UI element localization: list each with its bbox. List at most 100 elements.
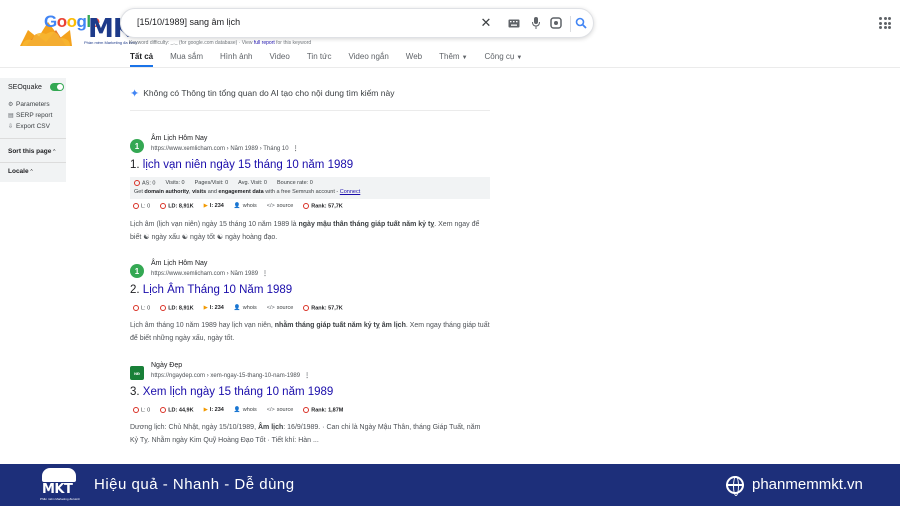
l-metric[interactable]: L: 0 — [133, 203, 150, 209]
sort-page-label: Sort this page — [8, 148, 52, 155]
tab-all[interactable]: Tất cả — [130, 52, 154, 67]
tab-tools[interactable]: Công cụ ▼ — [485, 52, 523, 61]
apps-grid-icon[interactable] — [879, 17, 891, 29]
search-box[interactable]: [15/10/1989] sang âm lịch ✕ — [120, 8, 594, 38]
rank-value: Rank: 57,7K — [311, 305, 343, 312]
seoquake-metrics-box: AS: 0 Visits: 0 Pages/Visit: 0 Avg. Visi… — [130, 177, 490, 199]
footer-slogan: Hiệu quả - Nhanh - Dễ dùng — [94, 476, 295, 493]
ld-value: LD: 8,91K — [168, 305, 194, 312]
rank-value: Rank: 1,87M — [311, 407, 344, 414]
result-url[interactable]: https://ngaydep.com › xem-ngay-15-thang-… — [151, 372, 310, 379]
serp-report-item[interactable]: ▤ SERP report — [8, 112, 52, 119]
rank-metric[interactable]: Rank: 57,7K — [303, 305, 343, 311]
status-circle-icon — [133, 305, 139, 311]
result-url-text: https://ngaydep.com › xem-ngay-15-thang-… — [151, 373, 301, 379]
result-number: 3. — [130, 386, 140, 398]
l-metric[interactable]: L: 0 — [133, 407, 150, 413]
rank-value: Rank: 57,7K — [311, 203, 343, 210]
result-url[interactable]: https://www.xemlicham.com › Năm 1989 › T… — [151, 145, 299, 152]
search-input[interactable]: [15/10/1989] sang âm lịch — [137, 17, 240, 27]
tab-images[interactable]: Hình ảnh — [220, 52, 252, 61]
i-metric[interactable]: ▶ I: 234 — [204, 203, 224, 209]
code-icon: </> — [266, 203, 275, 210]
more-options-icon[interactable]: ⋮ — [304, 373, 310, 379]
export-icon: ⇩ — [8, 124, 14, 130]
seoquake-divider — [0, 162, 66, 163]
parameters-item[interactable]: ⚙ Parameters — [8, 101, 50, 108]
result-url[interactable]: https://www.xemlicham.com › Năm 1989 ⋮ — [151, 270, 268, 277]
more-options-icon[interactable]: ⋮ — [262, 271, 268, 277]
result-site-name[interactable]: Âm Lịch Hôm Nay — [151, 135, 207, 142]
snippet-highlight: Âm lịch — [257, 424, 284, 431]
result-title-text: lịch vạn niên ngày 15 tháng 10 năm 1989 — [142, 159, 354, 171]
source-link[interactable]: </> source — [267, 203, 293, 209]
seoquake-link-metrics: L: 0 LD: 8,91K ▶ I: 234 👤 whois </> source … — [130, 201, 490, 212]
seoquake-divider — [0, 138, 66, 139]
index-icon: ▶ — [203, 305, 208, 312]
snippet-part: Lịch âm (lịch vạn niên) ngày 15 tháng 10… — [130, 221, 299, 228]
person-icon: 👤 — [233, 203, 241, 210]
more-options-icon[interactable]: ⋮ — [293, 146, 299, 152]
gear-icon: ⚙ — [8, 102, 14, 108]
avg-visit-metric: Avg. Visit: 0 — [238, 180, 267, 187]
status-circle-icon — [134, 180, 140, 186]
ld-metric[interactable]: LD: 8,91K — [160, 305, 194, 312]
semrush-post: with a free Semrush account - — [265, 189, 339, 195]
microphone-icon[interactable] — [529, 16, 543, 30]
tab-videos[interactable]: Video — [270, 52, 290, 61]
as-metric: AS: 0 — [134, 180, 155, 186]
connect-link[interactable]: Connect — [340, 189, 361, 195]
status-circle-icon — [303, 203, 310, 209]
whois-label: whois — [242, 407, 257, 414]
i-value: I: 234 — [209, 305, 224, 312]
result-title[interactable]: 1. lịch vạn niên ngày 15 tháng 10 năm 19… — [130, 159, 353, 171]
result-title[interactable]: 2. Lịch Âm Tháng 10 Năm 1989 — [130, 284, 292, 296]
tab-web[interactable]: Web — [406, 52, 422, 61]
search-icon[interactable] — [574, 16, 588, 30]
tab-news[interactable]: Tin tức — [307, 52, 332, 61]
code-icon: </> — [266, 305, 275, 312]
i-metric[interactable]: ▶ I: 234 — [204, 407, 224, 413]
result-title[interactable]: 3. Xem lịch ngày 15 tháng 10 năm 1989 — [130, 386, 333, 398]
code-icon: </> — [266, 407, 275, 414]
rank-metric[interactable]: Rank: 57,7K — [303, 203, 343, 209]
status-circle-icon — [303, 407, 310, 413]
whois-link[interactable]: 👤 whois — [234, 407, 257, 413]
keyboard-icon[interactable] — [507, 16, 521, 30]
search-tabs: Tất cả Mua sắm Hình ảnh Video Tin tức Vi… — [130, 52, 523, 67]
sort-page-toggle[interactable]: Sort this page ^ — [8, 148, 56, 155]
whois-link[interactable]: 👤 whois — [234, 305, 257, 311]
tab-shopping[interactable]: Mua sắm — [170, 52, 203, 61]
rank-metric[interactable]: Rank: 1,87M — [303, 407, 343, 413]
tab-more[interactable]: Thêm ▼ — [439, 52, 467, 61]
semrush-note: Get domain authority, visits and engagem… — [134, 189, 360, 195]
ld-metric[interactable]: LD: 8,91K — [160, 203, 194, 209]
source-link[interactable]: </> source — [267, 305, 293, 311]
locale-toggle[interactable]: Locale ^ — [8, 168, 33, 175]
tab-more-label: Thêm — [439, 52, 460, 61]
index-icon: ▶ — [203, 407, 208, 414]
whois-link[interactable]: 👤 whois — [234, 203, 257, 209]
i-metric[interactable]: ▶ I: 234 — [204, 305, 224, 311]
ld-value: LD: 44,9K — [168, 407, 194, 414]
ld-metric[interactable]: LD: 44,9K — [160, 407, 194, 414]
footer-website[interactable]: phanmemmkt.vn — [752, 476, 863, 493]
caret-down-icon: ▼ — [516, 55, 523, 61]
result-site-name[interactable]: Ngày Đẹp — [151, 362, 182, 369]
i-value: I: 234 — [209, 203, 224, 210]
lens-icon[interactable] — [549, 16, 563, 30]
keyword-difficulty: Keyword difficulty: _._ (for google.com … — [129, 40, 311, 46]
seoquake-toggle[interactable] — [50, 83, 64, 91]
site-favicon-icon: 1 — [130, 139, 144, 153]
site-favicon-icon: 1 — [130, 264, 144, 278]
source-label: source — [276, 305, 294, 312]
source-link[interactable]: </> source — [267, 407, 293, 413]
result-site-name[interactable]: Âm Lịch Hôm Nay — [151, 260, 207, 267]
semrush-b2: visits — [192, 189, 207, 195]
tab-short-videos[interactable]: Video ngắn — [348, 52, 388, 61]
full-report-link[interactable]: full report — [254, 40, 275, 46]
export-csv-item[interactable]: ⇩ Export CSV — [8, 123, 50, 130]
l-metric[interactable]: L: 0 — [133, 305, 150, 311]
chevron-up-icon: ^ — [30, 169, 33, 175]
clear-icon[interactable]: ✕ — [479, 15, 493, 30]
